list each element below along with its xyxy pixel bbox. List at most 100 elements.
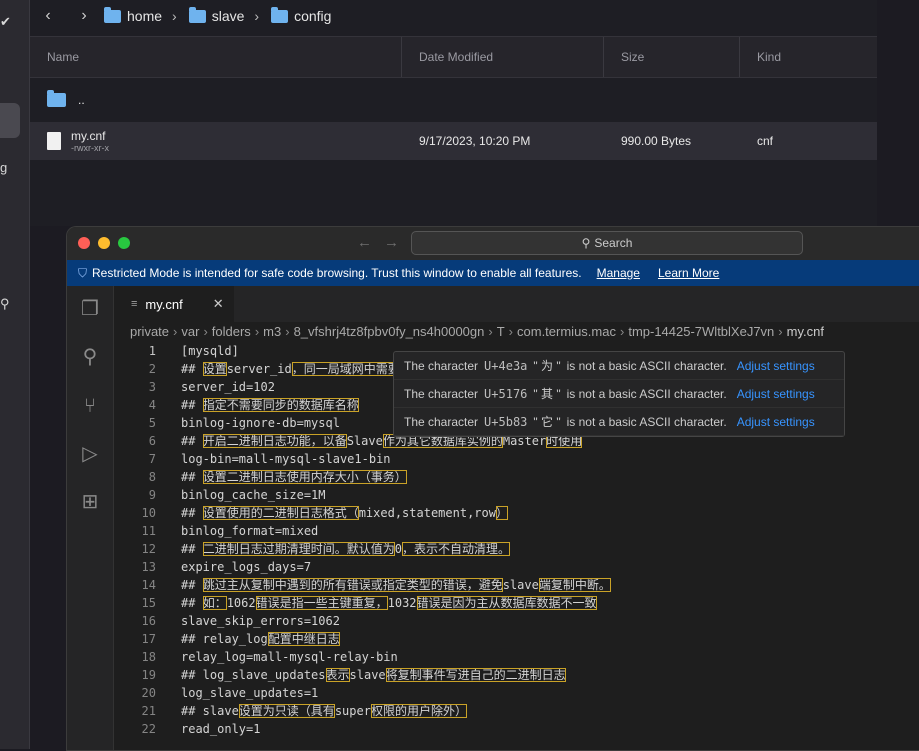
folder-icon	[47, 90, 66, 107]
line-number: 15	[141, 596, 156, 610]
source-control-icon[interactable]: ⑂	[79, 395, 101, 417]
column-kind[interactable]: Kind	[740, 37, 877, 77]
line-number: 5	[148, 416, 156, 430]
shield-icon: ⛉	[78, 265, 88, 280]
tab-my-cnf[interactable]: ≡ my.cnf ✕	[114, 286, 234, 322]
learn-more-link[interactable]: Learn More	[658, 266, 719, 280]
code-line[interactable]: 8 ## 设置二进制日志使用内存大小（事务）	[114, 468, 919, 486]
code-line[interactable]: 19 ## log_slave_updates表示slave将复制事件写进自己的二…	[114, 666, 919, 684]
finder-window: ‹ › home › slave › config Name Date Modi…	[30, 0, 877, 226]
breadcrumb: private › var › folders › m3 › 8_vfshrj4tz8fpbv0…	[130, 324, 824, 339]
breadcrumb-item[interactable]: 8_vfshrj4tz8fpbv0fy_ns4h0000gn	[294, 324, 485, 339]
file-kind: cnf	[757, 134, 774, 148]
explorer-icon[interactable]: ❐	[79, 298, 101, 320]
list-item-parent[interactable]: ..	[30, 78, 877, 122]
close-icon[interactable]: ✕	[213, 296, 224, 312]
tab-bar: ≡ my.cnf ✕	[114, 286, 919, 322]
file-permissions: -rwxr-xr-x	[71, 143, 109, 153]
chevron-right-icon: ›	[173, 324, 178, 339]
forward-icon[interactable]: ›	[66, 7, 102, 25]
non-ascii-highlight: 将复制事件写进自己的二进制日志	[385, 668, 566, 682]
hover-char: " 它 "	[533, 415, 561, 429]
chevron-right-icon: ›	[488, 324, 493, 339]
code-line[interactable]: 20 log_slave_updates=1	[114, 684, 919, 702]
code-text: relay_log=mall-mysql-relay-bin	[181, 650, 398, 664]
non-ascii-highlight: 如：	[202, 596, 227, 610]
breadcrumb-item[interactable]: folders	[212, 324, 251, 339]
chevron-right-icon: ›	[285, 324, 290, 339]
breadcrumb-item[interactable]: T	[497, 324, 505, 339]
minimize-window-button[interactable]	[98, 237, 110, 249]
non-ascii-highlight: 设置为只读（具有	[238, 704, 335, 718]
document-icon	[47, 132, 61, 150]
code-text: ## relay_log配置中继日志	[181, 632, 340, 646]
code-line[interactable]: 13 expire_logs_days=7	[114, 558, 919, 576]
command-search-box[interactable]: ⚲ Search	[411, 231, 803, 255]
adjust-settings-link[interactable]: Adjust settings	[737, 387, 815, 401]
back-icon[interactable]: ‹	[30, 7, 66, 25]
file-lines-icon: ≡	[131, 298, 138, 310]
code-line[interactable]: 22 read_only=1	[114, 720, 919, 738]
code-text: binlog-ignore-db=mysql	[181, 416, 340, 430]
adjust-settings-link[interactable]: Adjust settings	[737, 359, 815, 373]
search-icon[interactable]: ⚲	[79, 346, 101, 368]
line-number: 6	[148, 434, 156, 448]
breadcrumb-item[interactable]: com.termius.mac	[517, 324, 616, 339]
code-line[interactable]: 21 ## slave设置为只读（具有super权限的用户除外）	[114, 702, 919, 720]
forward-arrow-icon[interactable]: →	[384, 234, 411, 251]
column-size[interactable]: Size	[604, 37, 740, 77]
column-header: Name Date Modified Size Kind	[30, 36, 877, 78]
breadcrumb-item[interactable]: private	[130, 324, 169, 339]
code-line[interactable]: 17 ## relay_log配置中继日志	[114, 630, 919, 648]
code-line[interactable]: 9 binlog_cache_size=1M	[114, 486, 919, 504]
unicode-warning-hover: The character U+4e3a " 为 " is not a basic A…	[393, 351, 845, 437]
column-date-modified[interactable]: Date Modified	[402, 37, 604, 77]
hover-char: " 其 "	[533, 387, 561, 401]
breadcrumb-item[interactable]: my.cnf	[787, 324, 824, 339]
code-line[interactable]: 16 slave_skip_errors=1062	[114, 612, 919, 630]
code-line[interactable]: 10 ## 设置使用的二进制日志格式（mixed,statement,row）	[114, 504, 919, 522]
close-window-button[interactable]	[78, 237, 90, 249]
hover-prefix: The character	[404, 414, 479, 429]
code-line[interactable]: 7 log-bin=mall-mysql-slave1-bin	[114, 450, 919, 468]
breadcrumb-item[interactable]: m3	[263, 324, 281, 339]
adjust-settings-link[interactable]: Adjust settings	[737, 415, 815, 429]
code-line[interactable]: 15 ## 如：1062错误是指一些主键重复，1032错误是因为主从数据库数据不一…	[114, 594, 919, 612]
line-number: 19	[141, 668, 156, 682]
code-text: ## 二进制日志过期清理时间。默认值为0，表示不自动清理。	[181, 542, 510, 556]
code-line[interactable]: 14 ## 跳过主从复制中遇到的所有错误或指定类型的错误，避免slave端复制中断…	[114, 576, 919, 594]
column-name[interactable]: Name	[30, 37, 402, 77]
line-number: 21	[141, 704, 156, 718]
line-number: 11	[141, 524, 156, 538]
back-arrow-icon[interactable]: ←	[357, 234, 384, 251]
search-icon[interactable]: ⚲	[0, 296, 10, 312]
line-number: 10	[141, 506, 156, 520]
chevron-right-icon: ›	[778, 324, 783, 339]
hover-suffix: is not a basic ASCII character.	[566, 386, 727, 401]
code-line[interactable]: 11 binlog_format=mixed	[114, 522, 919, 540]
non-ascii-highlight: 表示	[325, 668, 350, 682]
code-text: ## 跳过主从复制中遇到的所有错误或指定类型的错误，避免slave端复制中断。	[181, 578, 611, 592]
breadcrumb-item[interactable]: tmp-14425-7WltblXeJ7vn	[628, 324, 774, 339]
path-config[interactable]: config	[271, 6, 331, 24]
path-home[interactable]: home	[104, 6, 162, 24]
code-line[interactable]: 18 relay_log=mall-mysql-relay-bin	[114, 648, 919, 666]
sidebar-selected-item[interactable]	[0, 103, 20, 138]
run-debug-icon[interactable]: ▷	[79, 443, 101, 465]
chevron-right-icon: ›	[254, 324, 260, 339]
hover-prefix: The character	[404, 386, 479, 401]
code-line[interactable]: 12 ## 二进制日志过期清理时间。默认值为0，表示不自动清理。	[114, 540, 919, 558]
list-item-file[interactable]: my.cnf -rwxr-xr-x 9/17/2023, 10:20 PM 99…	[30, 122, 877, 160]
path-slave[interactable]: slave	[188, 6, 244, 24]
non-ascii-highlight: 错误是指一些主键重复，	[255, 596, 388, 610]
breadcrumb-item[interactable]: var	[181, 324, 199, 339]
background-window-sidebar: ✔ g ⚲	[0, 0, 30, 749]
non-ascii-highlight: 二进制日志过期清理时间。默认值为	[202, 542, 395, 556]
extensions-icon[interactable]: ⊞	[79, 491, 101, 513]
manage-link[interactable]: Manage	[597, 266, 640, 280]
zoom-window-button[interactable]	[118, 237, 130, 249]
hover-code: U+5b83	[484, 414, 528, 429]
hover-code: U+4e3a	[484, 358, 528, 373]
non-ascii-highlight: 设置二进制日志使用内存大小（事务）	[202, 470, 407, 484]
line-number: 12	[141, 542, 156, 556]
